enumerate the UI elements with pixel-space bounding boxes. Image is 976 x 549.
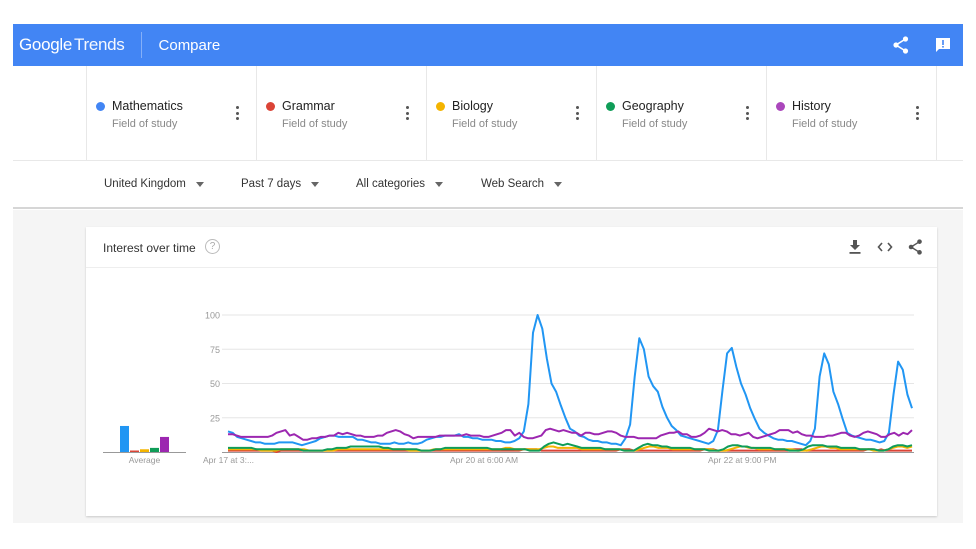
y-tick-label: 100 <box>205 311 220 321</box>
term-card-mathematics[interactable]: Mathematics Field of study <box>86 66 257 160</box>
term-card-grammar[interactable]: Grammar Field of study <box>256 66 427 160</box>
x-tick-label: Apr 17 at 3:... <box>203 455 254 465</box>
region-value: United Kingdom <box>104 178 186 190</box>
search-type-dropdown[interactable]: Web Search <box>481 178 563 190</box>
card-title: Interest over time <box>103 241 196 255</box>
share-icon[interactable] <box>891 35 911 55</box>
term-type: Field of study <box>622 118 688 130</box>
download-icon[interactable] <box>847 239 863 255</box>
help-icon[interactable]: ? <box>205 239 220 254</box>
average-bar-geography <box>150 447 159 452</box>
more-vert-icon[interactable] <box>233 106 241 120</box>
dropdown-arrow-icon <box>435 181 444 187</box>
feedback-icon[interactable] <box>933 35 953 55</box>
x-tick-label: Apr 22 at 9:00 PM <box>708 455 777 465</box>
logo-google: Google <box>19 35 73 54</box>
y-tick-label: 25 <box>210 413 220 423</box>
filter-bar: United Kingdom Past 7 days All categorie… <box>13 161 963 209</box>
term-name: Grammar <box>282 99 335 113</box>
dropdown-arrow-icon <box>554 181 563 187</box>
y-tick-label: 75 <box>210 345 220 355</box>
term-name: Geography <box>622 99 684 113</box>
interest-chart[interactable]: 25 50 75 100 Apr 17 at 3:... Apr 20 at 6:00 A… <box>86 268 937 516</box>
term-card-history[interactable]: History Field of study <box>766 66 937 160</box>
series-color-dot <box>96 102 105 111</box>
dropdown-arrow-icon <box>195 181 204 187</box>
term-card-biology[interactable]: Biology Field of study <box>426 66 597 160</box>
divider <box>936 66 937 160</box>
time-range-value: Past 7 days <box>241 178 302 190</box>
series-line-mathematics <box>227 314 913 447</box>
appbar-divider <box>140 32 142 58</box>
logo-trends: Trends <box>74 35 125 54</box>
average-label: Average <box>129 455 161 465</box>
more-vert-icon[interactable] <box>913 106 921 120</box>
page-title: Compare <box>158 36 221 54</box>
term-name: Mathematics <box>112 99 183 113</box>
term-card-geography[interactable]: Geography Field of study <box>596 66 767 160</box>
app-bar: Google Trends Compare <box>13 24 963 66</box>
term-name: History <box>792 99 831 113</box>
average-bar-history <box>160 436 169 452</box>
term-type: Field of study <box>282 118 348 130</box>
interest-over-time-card: Interest over time ? 25 50 75 100 Apr 17 at … <box>86 227 937 516</box>
series-color-dot <box>436 102 445 111</box>
average-bar-mathematics <box>120 425 129 452</box>
time-range-dropdown[interactable]: Past 7 days <box>241 178 320 190</box>
region-dropdown[interactable]: United Kingdom <box>104 178 204 190</box>
series-line-history <box>228 427 913 441</box>
more-vert-icon[interactable] <box>743 106 751 120</box>
dropdown-arrow-icon <box>311 181 320 187</box>
google-trends-logo[interactable]: Google Trends <box>19 35 125 55</box>
series-color-dot <box>606 102 615 111</box>
embed-icon[interactable] <box>877 239 893 255</box>
average-bar-grammar <box>130 450 139 452</box>
x-tick-label: Apr 20 at 6:00 AM <box>450 455 518 465</box>
series-color-dot <box>266 102 275 111</box>
more-vert-icon[interactable] <box>573 106 581 120</box>
term-type: Field of study <box>452 118 518 130</box>
series-color-dot <box>776 102 785 111</box>
category-dropdown[interactable]: All categories <box>356 178 444 190</box>
search-type-value: Web Search <box>481 178 545 190</box>
more-vert-icon[interactable] <box>403 106 411 120</box>
average-bar-biology <box>140 449 149 452</box>
term-type: Field of study <box>112 118 178 130</box>
compare-terms: Mathematics Field of study Grammar Field… <box>13 66 963 161</box>
term-name: Biology <box>452 99 493 113</box>
y-tick-label: 50 <box>210 379 220 389</box>
category-value: All categories <box>356 178 426 190</box>
term-type: Field of study <box>792 118 858 130</box>
share-icon[interactable] <box>907 239 923 255</box>
card-header: Interest over time ? <box>86 227 937 268</box>
